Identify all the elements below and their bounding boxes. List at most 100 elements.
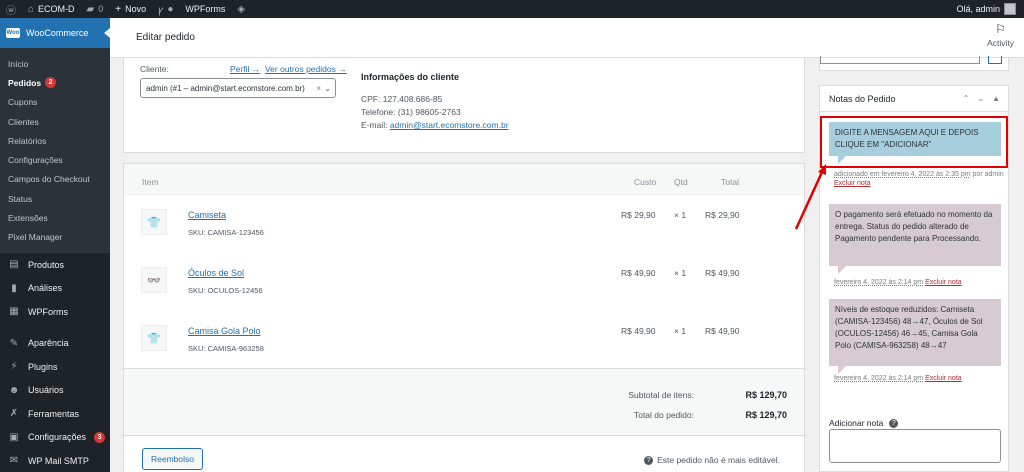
submenu-inicio[interactable]: Início xyxy=(0,54,110,73)
avatar xyxy=(1004,3,1016,15)
submenu-status[interactable]: Status xyxy=(0,189,110,208)
other-orders-link[interactable]: Ver outros pedidos → xyxy=(265,64,347,74)
refund-button[interactable]: Reembolso xyxy=(142,448,203,470)
archive-icon: ▤ xyxy=(9,259,19,271)
activity-label: Activity xyxy=(987,38,1014,48)
item-qty: × 1 xyxy=(674,326,687,336)
menu-usuarios[interactable]: ☻ Usuários xyxy=(0,378,110,402)
item-qty: × 1 xyxy=(674,210,687,220)
add-note-label: Adicionar nota xyxy=(829,418,884,428)
table-row: 👓 Óculos de Sol SKU: OCULOS-12456 R$ 49,… xyxy=(124,253,804,311)
customer-label: Cliente: xyxy=(140,64,169,74)
product-link[interactable]: Óculos de Sol xyxy=(188,268,244,278)
customer-info-title: Informações do cliente xyxy=(361,72,460,82)
glasses-icon: 👓 xyxy=(141,267,167,293)
menu-ferramentas[interactable]: ✗ Ferramentas xyxy=(0,402,110,426)
profile-link[interactable]: Perfil → xyxy=(230,64,260,74)
chevron-up-icon[interactable]: ⌃ xyxy=(963,94,970,103)
submenu-campos-checkout[interactable]: Campos do Checkout xyxy=(0,170,110,189)
wpforms-link[interactable]: WPForms xyxy=(179,0,231,18)
items-table-body: 👕 Camiseta SKU: CAMISA-123456 R$ 29,90 ×… xyxy=(124,194,804,368)
activity-button[interactable]: ⚐ Activity xyxy=(987,22,1014,48)
panel-controls: ⌃ ⌄ ▲ xyxy=(963,94,1000,103)
product-link[interactable]: Camisa Gola Polo xyxy=(188,326,261,336)
note-tail xyxy=(838,266,846,274)
customer-email-link[interactable]: admin@start.ecomstore.com.br xyxy=(390,120,509,130)
comments-link[interactable]: ▰ 0 xyxy=(81,0,110,18)
new-content-link[interactable]: + Novo xyxy=(109,0,152,18)
menu-produtos[interactable]: ▤ Produtos xyxy=(0,253,110,277)
status-dot-icon: ● xyxy=(167,3,174,15)
header-cost: Custo xyxy=(634,177,657,187)
product-sku: SKU: OCULOS-12456 xyxy=(188,286,263,295)
note-text: Níveis de estoque reduzidos: Camiseta (C… xyxy=(835,305,983,350)
mail-icon: ✉ xyxy=(9,455,19,467)
product-sku: SKU: CAMISA-963258 xyxy=(188,344,264,353)
chevron-down-icon[interactable]: ⌄ xyxy=(977,94,984,103)
plug-icon: ⚡ xyxy=(10,361,18,373)
submenu-pedidos[interactable]: Pedidos 2 xyxy=(0,73,110,92)
menu-label: Análises xyxy=(28,283,63,294)
submenu-label: Configurações xyxy=(8,155,63,166)
not-editable-text: Este pedido não é mais editável. xyxy=(657,455,780,465)
note-date: fevereiro 4, 2022 às 2:14 pm xyxy=(834,279,924,286)
woocommerce-submenu: Início Pedidos 2 Cupons Clientes Relatór… xyxy=(0,48,110,253)
customer-cpf: CPF: 127.408.686-85 xyxy=(361,94,443,104)
menu-label: Ferramentas xyxy=(28,408,80,419)
home-icon: ⌂ xyxy=(28,3,35,15)
submenu-label: Extensões xyxy=(8,213,48,224)
menu-wpforms[interactable]: ▦ WPForms xyxy=(0,300,110,324)
customer-select[interactable]: admin (#1 – admin@start.ecomstore.com.br… xyxy=(140,78,336,98)
updates-badge: 3 xyxy=(94,431,106,443)
yoast-icon: ꝩ xyxy=(158,5,164,16)
note-text: O pagamento será efetuado no momento da … xyxy=(835,210,993,243)
action-apply-button[interactable] xyxy=(988,56,1002,64)
note-meta: fevereiro 4, 2022 às 2:14 pm Excluir not… xyxy=(834,278,1004,287)
menu-plugins[interactable]: ⚡ Plugins xyxy=(0,355,110,379)
delete-note-link[interactable]: Excluir nota xyxy=(925,279,962,286)
menu-label: Plugins xyxy=(28,361,58,372)
wordpress-logo-icon[interactable]: ⓦ xyxy=(0,0,22,18)
submenu-extensoes[interactable]: Extensões xyxy=(0,208,110,227)
greeting: Olá, admin xyxy=(956,4,1000,14)
flag-icon: ⚐ xyxy=(995,22,1006,36)
comments-count: 0 xyxy=(98,4,104,14)
delete-note-link[interactable]: Excluir nota xyxy=(834,180,871,187)
subtotal-value: R$ 129,70 xyxy=(745,390,787,400)
menu-aparencia[interactable]: ✎ Aparência xyxy=(0,331,110,355)
submenu-configuracoes[interactable]: Configurações xyxy=(0,150,110,169)
wpforms-label: WPForms xyxy=(185,4,226,14)
clear-icon[interactable]: × xyxy=(316,84,321,93)
diamond-link[interactable]: ◈ xyxy=(231,0,251,18)
yoast-link[interactable]: ꝩ ● xyxy=(152,0,179,18)
menu-woocommerce[interactable]: Woo WooCommerce xyxy=(0,18,110,48)
product-link[interactable]: Camiseta xyxy=(188,210,226,220)
header-item: Item xyxy=(142,177,159,187)
submenu-relatorios[interactable]: Relatórios xyxy=(0,131,110,150)
menu-configuracoes[interactable]: ▣ Configurações 3 xyxy=(0,425,110,449)
admin-menu: ▤ Produtos ▮ Análises ▦ WPForms ✎ Aparência … xyxy=(0,253,110,472)
submenu-clientes[interactable]: Clientes xyxy=(0,112,110,131)
my-account[interactable]: Olá, admin xyxy=(956,3,1024,15)
menu-wp-mail-smtp[interactable]: ✉ WP Mail SMTP xyxy=(0,449,110,472)
submenu-label: Relatórios xyxy=(8,135,47,146)
site-name-link[interactable]: ⌂ ECOM-D xyxy=(22,0,81,18)
item-cost: R$ 49,90 xyxy=(621,268,656,278)
action-select[interactable] xyxy=(820,56,980,64)
submenu-pixel-manager[interactable]: Pixel Manager xyxy=(0,228,110,247)
items-table-header: Item Custo Qtd Total xyxy=(124,164,804,194)
collapse-triangle-icon[interactable]: ▲ xyxy=(992,94,1000,103)
menu-label: Aparência xyxy=(28,338,69,349)
email-label: E-mail: xyxy=(361,120,388,130)
comment-icon: ▰ xyxy=(86,3,95,15)
menu-label: WPForms xyxy=(28,306,68,317)
notes-header: Notas do Pedido ⌃ ⌄ ▲ xyxy=(820,86,1008,112)
add-note-textarea[interactable] xyxy=(829,429,1001,463)
delete-note-link[interactable]: Excluir nota xyxy=(925,375,962,382)
help-icon[interactable]: ? xyxy=(889,418,899,428)
site-name: ECOM-D xyxy=(38,4,75,14)
woocommerce-label: WooCommerce xyxy=(26,28,89,38)
submenu-cupons[interactable]: Cupons xyxy=(0,93,110,112)
submenu-label: Pixel Manager xyxy=(8,232,63,243)
menu-analises[interactable]: ▮ Análises xyxy=(0,276,110,300)
